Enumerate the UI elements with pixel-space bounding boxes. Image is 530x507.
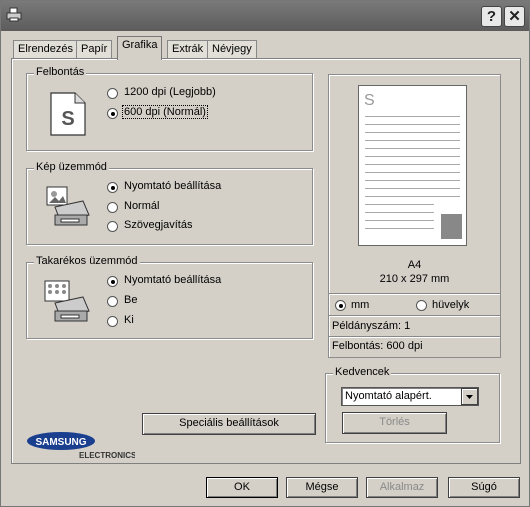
image-mode-normal-label[interactable]: Normál: [124, 200, 159, 212]
favorites-group-label: Kedvencek: [333, 366, 392, 378]
economy-mode-group-label: Takarékos üzemmód: [34, 255, 140, 267]
page-line: [365, 180, 460, 181]
economy-on-radio[interactable]: [107, 296, 118, 307]
preview-divider: [329, 293, 500, 294]
tab-about[interactable]: Névjegy: [207, 40, 257, 59]
unit-inch-radio[interactable]: [416, 300, 427, 311]
resolution-doc-icon: S: [49, 91, 87, 140]
image-mode-group-label: Kép üzemmód: [34, 161, 109, 173]
printer-icon: [6, 7, 22, 26]
economy-printer-label[interactable]: Nyomtató beállítása: [124, 274, 221, 286]
printer-economy-icon: [41, 279, 91, 328]
page-line: [365, 220, 434, 221]
tab-extras[interactable]: Extrák: [167, 40, 209, 59]
image-mode-printer-radio[interactable]: [107, 182, 118, 193]
tab-paper[interactable]: Papír: [76, 40, 113, 59]
print-properties-dialog: ? ✕ Elrendezés Papír Grafika Extrák Névj…: [0, 0, 530, 507]
paper-size: 210 x 297 mm: [379, 273, 450, 285]
economy-on-label[interactable]: Be: [124, 294, 137, 306]
preview-divider: [329, 315, 500, 316]
resolution-info: Felbontás: 600 dpi: [332, 340, 423, 352]
page-line: [365, 140, 460, 141]
economy-off-radio[interactable]: [107, 316, 118, 327]
printer-image-icon: [41, 185, 91, 232]
close-title-button[interactable]: ✕: [504, 6, 525, 27]
page-image-block: [441, 214, 462, 239]
page-line: [365, 196, 460, 197]
image-mode-printer-label[interactable]: Nyomtató beállítása: [124, 180, 221, 192]
chevron-down-icon: [466, 395, 473, 399]
image-mode-normal-radio[interactable]: [107, 202, 118, 213]
svg-text:SAMSUNG: SAMSUNG: [35, 437, 86, 448]
page-line: [365, 156, 460, 157]
economy-printer-radio[interactable]: [107, 276, 118, 287]
page-line: [365, 124, 460, 125]
page-line: [365, 132, 460, 133]
resolution-group-label: Felbontás: [34, 66, 87, 78]
image-mode-text-radio[interactable]: [107, 221, 118, 232]
resolution-1200-label[interactable]: 1200 dpi (Legjobb): [124, 86, 216, 98]
page-line: [365, 204, 434, 205]
paper-name: A4: [407, 259, 422, 271]
title-bar: ? ✕: [1, 1, 529, 31]
cancel-button[interactable]: Mégse: [286, 477, 358, 498]
page-line: [365, 172, 460, 173]
unit-mm-radio[interactable]: [335, 300, 346, 311]
help-title-button[interactable]: ?: [481, 6, 502, 27]
page-preview: S: [358, 85, 467, 246]
special-settings-button[interactable]: Speciális beállítások: [142, 413, 316, 435]
unit-inch-label[interactable]: hüvelyk: [432, 299, 469, 311]
tab-layout[interactable]: Elrendezés: [13, 40, 79, 59]
economy-off-label[interactable]: Ki: [124, 314, 134, 326]
image-mode-text-label[interactable]: Szövegjavítás: [124, 219, 192, 231]
page-line: [365, 164, 460, 165]
page-line: [365, 148, 460, 149]
favorites-dropdown-button[interactable]: [461, 388, 478, 405]
delete-favorite-button[interactable]: Törlés: [342, 412, 447, 434]
favorites-select[interactable]: Nyomtató alapért.: [341, 387, 479, 406]
page-line: [365, 212, 434, 213]
unit-mm-label[interactable]: mm: [351, 299, 369, 311]
help-button[interactable]: Súgó: [448, 477, 520, 498]
page-line: [365, 116, 460, 117]
svg-text:ELECTRONICS: ELECTRONICS: [79, 451, 135, 460]
resolution-600-radio[interactable]: [107, 108, 118, 119]
page-line: [365, 188, 460, 189]
page-logo-letter: S: [364, 92, 375, 109]
tab-graphics[interactable]: Grafika: [117, 36, 163, 60]
samsung-logo: SAMSUNG ELECTRONICS: [25, 429, 137, 464]
favorites-selected-value: Nyomtató alapért.: [345, 390, 432, 402]
svg-text:S: S: [61, 108, 74, 130]
resolution-600-label[interactable]: 600 dpi (Normál): [122, 105, 208, 119]
page-line: [365, 228, 434, 229]
ok-button[interactable]: OK: [206, 477, 278, 498]
resolution-1200-radio[interactable]: [107, 88, 118, 99]
preview-divider: [329, 336, 500, 337]
copies-info: Példányszám: 1: [332, 320, 411, 332]
apply-button[interactable]: Alkalmaz: [366, 477, 438, 498]
